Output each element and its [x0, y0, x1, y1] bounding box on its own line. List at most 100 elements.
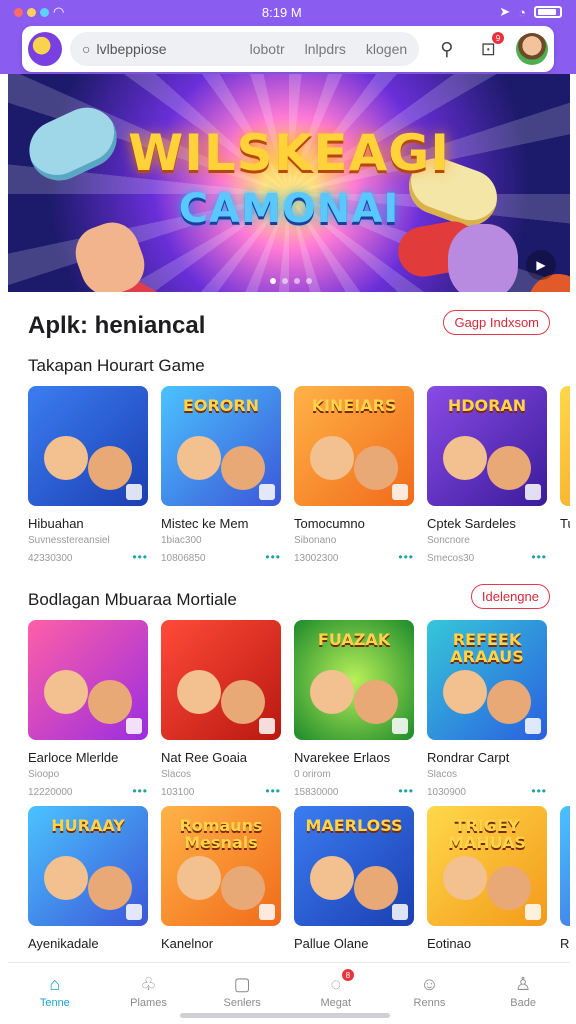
game-thumbnail-title: REFEEK ARAAUS: [450, 630, 524, 666]
hero-banner[interactable]: WILSKEAGI CAMONAI ▶: [8, 74, 570, 292]
game-thumbnail[interactable]: [560, 806, 570, 926]
game-thumbnail[interactable]: REFEEK ARAAUS: [427, 620, 547, 740]
rating-icon: [392, 718, 408, 734]
hero-next-button[interactable]: ▶: [526, 250, 556, 280]
game-thumbnail-title: HURAAY: [51, 816, 125, 835]
character-illustration: [221, 680, 265, 724]
pager-dot[interactable]: [294, 278, 300, 284]
nav-item-messages[interactable]: ◌ 8 Megat: [296, 969, 376, 1009]
game-subtitle: 1biac300: [161, 535, 202, 546]
profile-icon: ♙: [515, 973, 532, 994]
game-card[interactable]: KINEIARS Tomocumno Sibonano 13002300 •••: [294, 386, 414, 564]
game-thumbnail[interactable]: TRIGEY MAHUAS: [427, 806, 547, 926]
more-options-icon[interactable]: •••: [398, 550, 414, 564]
game-thumbnail[interactable]: EORORN: [161, 386, 281, 506]
character-illustration: [177, 436, 221, 480]
more-options-icon[interactable]: •••: [132, 550, 148, 564]
home-indicator[interactable]: [180, 1013, 390, 1018]
game-title: R: [560, 936, 570, 951]
nav-item-profile[interactable]: ♙ Bade: [483, 971, 563, 1010]
game-card[interactable]: EORORN Mistec ke Mem 1biac300 10806850 •••: [161, 386, 281, 564]
more-options-icon[interactable]: •••: [398, 784, 414, 798]
game-card[interactable]: Nat Ree Goaia Slacos 103100 •••: [161, 620, 281, 798]
game-subtitle: Sibonano: [294, 535, 337, 546]
game-subtitle: Slacos: [427, 769, 458, 780]
game-card[interactable]: TRIGEY MAHUAS Eotinao: [427, 806, 547, 962]
game-card[interactable]: HURAAY Ayenikadale: [28, 806, 148, 962]
rating-icon: [259, 484, 275, 500]
game-card[interactable]: FUAZAK Nvarekee Erlaos 0 orirom 15830000 •••: [294, 620, 414, 798]
nav-item-home[interactable]: ⌂ Tenne: [15, 971, 95, 1010]
pager-dot[interactable]: [282, 278, 288, 284]
search-chip[interactable]: lnlpdrs: [305, 41, 346, 57]
more-options-icon[interactable]: •••: [132, 784, 148, 798]
game-thumbnail-title: KINEIARS: [311, 396, 397, 415]
game-stat: 103100: [161, 786, 195, 798]
pager-dot[interactable]: [270, 278, 276, 284]
game-thumbnail[interactable]: FUAZAK: [294, 620, 414, 740]
game-stat: 13002300: [294, 552, 339, 564]
game-card[interactable]: Romauns Mesnals Kanelnor: [161, 806, 281, 962]
game-thumbnail[interactable]: MAERLOSS: [294, 806, 414, 926]
game-card[interactable]: Hibuahan Suvnesstereansiel 42330300 •••: [28, 386, 148, 564]
game-card[interactable]: Earloce Mlerlde Sioopo 12220000 •••: [28, 620, 148, 798]
battery-icon: [533, 6, 562, 18]
section-action-button[interactable]: Idelengne: [470, 584, 550, 609]
search-chip[interactable]: klogen: [366, 41, 407, 57]
notifications-button[interactable]: ⊡ 9: [475, 32, 504, 63]
game-thumbnail-title: TRIGEY MAHUAS: [447, 816, 527, 852]
game-card[interactable]: R: [560, 806, 570, 962]
game-stat: 15830000: [294, 786, 339, 798]
game-title: Earloce Mlerlde: [28, 750, 119, 765]
game-title: Tu: [560, 516, 570, 531]
pager-dot[interactable]: [306, 278, 312, 284]
game-title: Nvarekee Erlaos: [294, 750, 391, 765]
game-thumbnail-title: Romauns Mesnals: [179, 816, 263, 852]
game-title: Cptek Sardeles: [427, 516, 516, 531]
game-thumbnail[interactable]: KINEIARS: [294, 386, 414, 506]
nav-item-games[interactable]: ♧ Plames: [108, 971, 188, 1010]
game-card[interactable]: HDORAN Cptek Sardeles Soncnore Smecos30 •••: [427, 386, 547, 564]
more-options-icon[interactable]: •••: [265, 784, 281, 798]
avatar[interactable]: [516, 33, 548, 65]
game-thumbnail[interactable]: Romauns Mesnals: [161, 806, 281, 926]
game-card[interactable]: REFEEK ARAAUS Rondrar Carpt Slacos 1030900 •…: [427, 620, 547, 798]
character-illustration: [44, 436, 88, 480]
character-illustration: [354, 866, 398, 910]
game-subtitle: Slacos: [161, 769, 192, 780]
game-subtitle: Soncnore: [427, 535, 470, 546]
chat-icon: ☺: [420, 973, 439, 994]
game-card[interactable]: Tu: [560, 386, 570, 564]
character-illustration: [177, 670, 221, 714]
search-bar[interactable]: ○ lvlbeppiose lobotr lnlpdrs klogen: [70, 32, 420, 66]
rating-icon: [525, 484, 541, 500]
game-card[interactable]: MAERLOSS Pallue Olane: [294, 806, 414, 962]
character-illustration: [221, 446, 265, 490]
game-thumbnail[interactable]: [28, 620, 148, 740]
game-stat: [560, 537, 563, 548]
section-subtitle: Takapan Hourart Game: [28, 356, 205, 375]
rating-icon: [259, 718, 275, 734]
game-subtitle: 0 orirom: [294, 769, 331, 780]
more-options-icon[interactable]: •••: [531, 550, 547, 564]
more-options-icon[interactable]: •••: [531, 784, 547, 798]
more-options-icon[interactable]: •••: [265, 550, 281, 564]
game-row: HURAAY Ayenikadale Romauns Mesnals Kanelno…: [28, 806, 570, 962]
game-thumbnail[interactable]: HURAAY: [28, 806, 148, 926]
game-thumbnail[interactable]: [560, 386, 570, 506]
game-title: Tomocumno: [294, 516, 365, 531]
character-illustration: [310, 856, 354, 900]
nav-item-chat[interactable]: ☺ Renns: [389, 971, 469, 1010]
app-logo[interactable]: [28, 32, 62, 66]
search-chip[interactable]: lobotr: [250, 41, 285, 57]
game-thumbnail[interactable]: [28, 386, 148, 506]
notification-badge: 9: [492, 32, 504, 44]
game-thumbnail[interactable]: HDORAN: [427, 386, 547, 506]
game-thumbnail-title: FUAZAK: [317, 630, 391, 649]
section-title: Bodlagan Mbuaraa Mortiale: [28, 590, 237, 609]
search-button[interactable]: ⚲: [433, 35, 460, 63]
game-thumbnail[interactable]: [161, 620, 281, 740]
nav-item-store[interactable]: ▢ Senlers: [202, 971, 282, 1010]
game-title: Nat Ree Goaia: [161, 750, 247, 765]
section-action-button[interactable]: Gagp Indxsom: [443, 310, 550, 335]
